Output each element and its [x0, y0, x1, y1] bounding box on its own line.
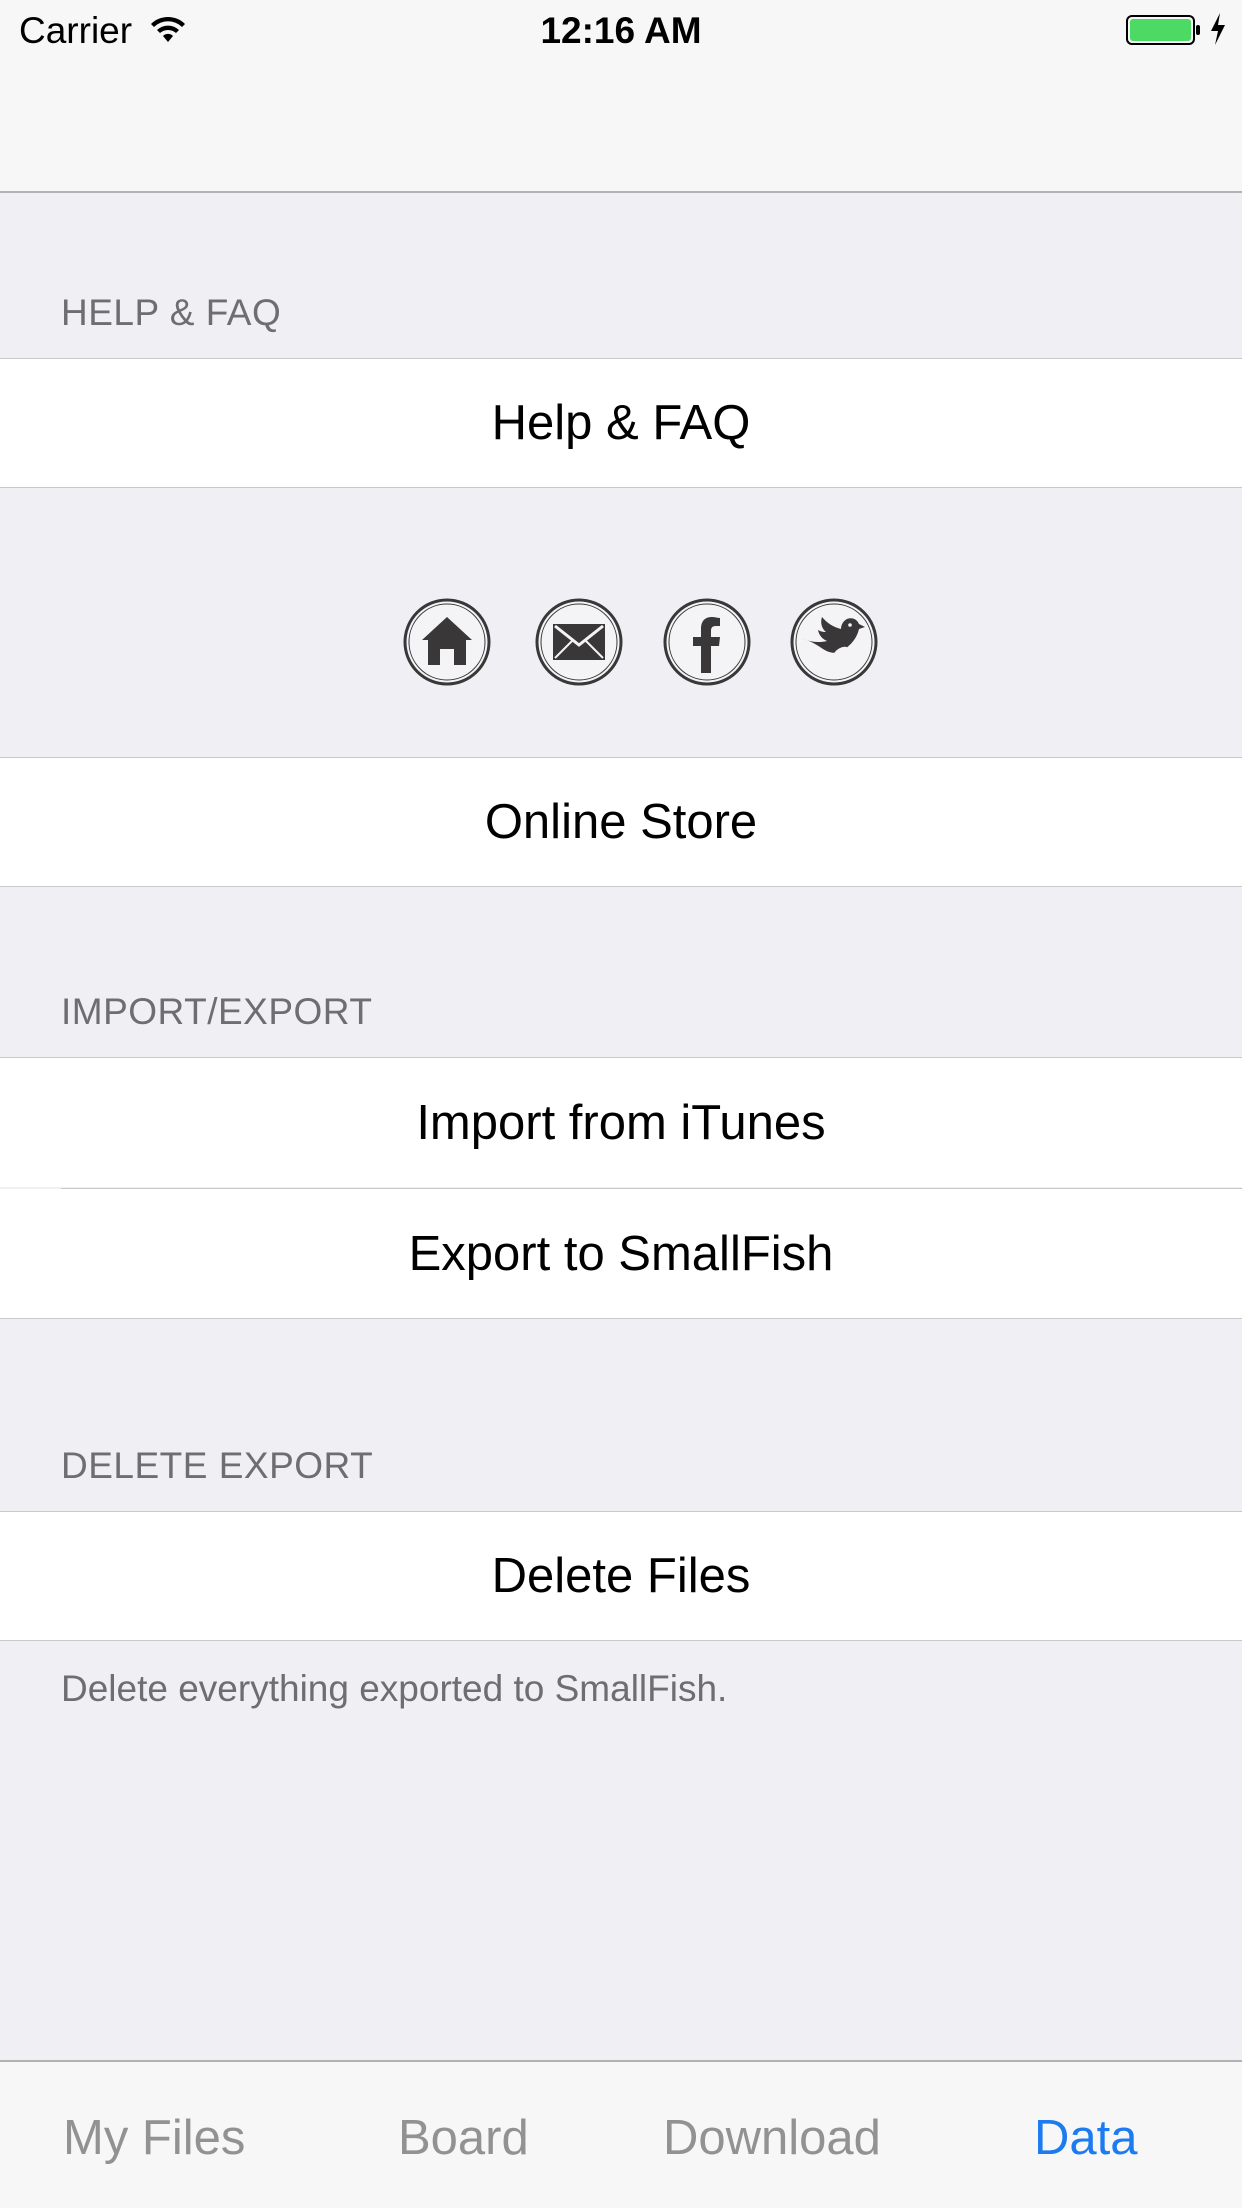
tab-bar: My Files Board Download Data [0, 2060, 1242, 2208]
charging-bolt-icon [1209, 12, 1227, 51]
status-time: 12:16 AM [540, 10, 702, 51]
home-icon[interactable] [402, 597, 492, 687]
navigation-bar [0, 60, 1242, 193]
social-links-row [0, 597, 1242, 689]
tab-data[interactable]: Data [1034, 2110, 1138, 2166]
delete-files-cell[interactable]: Delete Files [0, 1511, 1242, 1641]
help-faq-cell[interactable]: Help & FAQ [0, 358, 1242, 488]
delete-footer-text: Delete everything exported to SmallFish. [61, 1668, 728, 1709]
tab-my-files[interactable]: My Files [63, 2110, 245, 2166]
twitter-bird-icon[interactable] [789, 597, 879, 687]
import-itunes-cell[interactable]: Import from iTunes [0, 1057, 1242, 1187]
section-header-help: HELP & FAQ [61, 292, 282, 333]
online-store-cell[interactable]: Online Store [0, 757, 1242, 887]
tab-board[interactable]: Board [398, 2110, 529, 2166]
mail-icon[interactable] [534, 597, 624, 687]
facebook-icon[interactable] [662, 597, 752, 687]
section-header-delete-export: DELETE EXPORT [61, 1445, 374, 1486]
export-smallfish-cell[interactable]: Export to SmallFish [0, 1189, 1242, 1319]
battery-icon [1126, 14, 1202, 51]
section-header-import-export: IMPORT/EXPORT [61, 991, 373, 1032]
tab-download[interactable]: Download [663, 2110, 881, 2166]
status-bar: Carrier 12:16 AM [0, 0, 1242, 60]
